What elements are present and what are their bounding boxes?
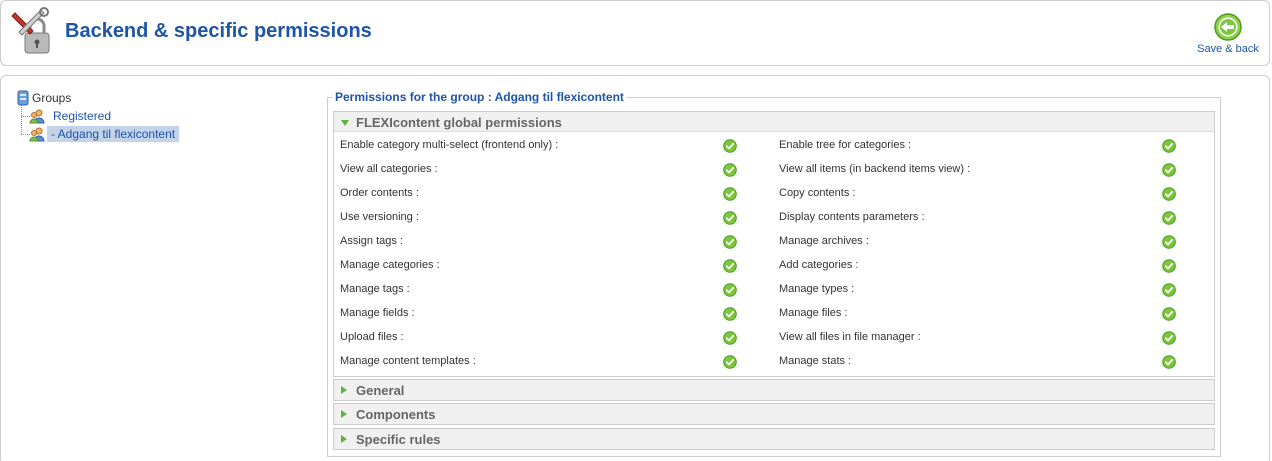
main-panel: Groups Registered - Adgang til flexicont… [0,75,1270,461]
permission-row: Manage fields : Manage files : [334,302,1214,326]
permission-row: Assign tags : Manage archives : [334,230,1214,254]
check-allowed-icon [723,283,737,297]
permission-row: Manage content templates : Manage stats : [334,350,1214,374]
tree-connector [21,105,22,134]
page-title: Backend & specific permissions [65,20,372,42]
check-allowed-icon [1162,355,1176,369]
triangle-down-icon [341,120,349,126]
permission-row: Use versioning : Display contents paramet… [334,206,1214,230]
permissions-fieldset: Permissions for the group : Adgang til f… [327,90,1221,457]
permission-label: Add categories : [779,259,859,271]
permission-row: Enable category multi-select (frontend o… [334,134,1214,158]
save-back-button[interactable]: Save & back [1193,11,1263,59]
permission-label: View all files in file manager : [779,331,921,343]
server-icon [17,90,29,106]
permissions-legend: Permissions for the group : Adgang til f… [332,90,627,104]
permission-label: Manage archives : [779,235,869,247]
triangle-right-icon [341,410,347,418]
permission-label: Enable tree for categories : [779,139,912,151]
permission-row: Manage categories : Add categories : [334,254,1214,278]
permission-label: Assign tags : [340,235,403,247]
permission-label: Manage files : [779,307,848,319]
permission-label: Manage types : [779,283,855,295]
panel-header-global[interactable]: FLEXIcontent global permissions [334,112,1214,132]
arrow-left-circle-icon [1214,13,1242,41]
check-allowed-icon [1162,211,1176,225]
check-allowed-icon [1162,331,1176,345]
permission-label: Use versioning : [340,211,419,223]
panel-title: Components [356,407,436,422]
check-allowed-icon [723,211,737,225]
permission-label: Copy contents : [779,187,856,199]
permission-label: Manage fields : [340,307,415,319]
permission-label: View all items (in backend items view) : [779,163,971,175]
check-allowed-icon [1162,307,1176,321]
check-allowed-icon [723,331,737,345]
panel-general[interactable]: General [333,379,1215,401]
users-icon [29,127,45,142]
check-allowed-icon [1162,139,1176,153]
permission-row: Order contents : Copy contents : [334,182,1214,206]
panel-title: Specific rules [356,432,441,447]
triangle-right-icon [341,435,347,443]
check-allowed-icon [723,235,737,249]
panel-title: General [356,383,405,398]
check-allowed-icon [1162,283,1176,297]
check-allowed-icon [1162,235,1176,249]
tree-item-label: - Adgang til flexicontent [47,126,180,142]
check-allowed-icon [723,259,737,273]
permission-label: Upload files : [340,331,404,343]
permission-label: Manage tags : [340,283,410,295]
triangle-right-icon [341,386,347,394]
permission-row: Upload files : View all files in file man… [334,326,1214,350]
panel-header-components[interactable]: Components [334,404,1214,424]
check-allowed-icon [723,163,737,177]
permission-row: View all categories : View all items (in … [334,158,1214,182]
tree-item-label: Registered [53,109,112,123]
panel-header-general[interactable]: General [334,380,1214,400]
check-allowed-icon [723,187,737,201]
check-allowed-icon [723,307,737,321]
check-allowed-icon [1162,187,1176,201]
permission-label: Display contents parameters : [779,211,925,223]
permission-label: Order contents : [340,187,419,199]
toolbar-header: Backend & specific permissions Save & ba… [0,0,1270,66]
panel-title: FLEXIcontent global permissions [356,115,562,130]
check-allowed-icon [1162,259,1176,273]
panel-global-permissions: FLEXIcontent global permissions Enable c… [333,111,1215,377]
panel-components[interactable]: Components [333,403,1215,425]
check-allowed-icon [723,355,737,369]
tools-lock-icon [11,7,50,54]
panel-header-specific-rules[interactable]: Specific rules [334,429,1214,449]
check-allowed-icon [723,139,737,153]
save-back-label: Save & back [1197,43,1259,55]
groups-tree: Groups Registered - Adgang til flexicont… [15,90,315,150]
permission-label: Manage categories : [340,259,440,271]
permission-row: Manage tags : Manage types : [334,278,1214,302]
permission-label: View all categories : [340,163,438,175]
permission-label: Manage stats : [779,355,852,367]
permission-label: Manage content templates : [340,355,476,367]
panel-specific-rules[interactable]: Specific rules [333,428,1215,450]
users-icon [29,109,45,124]
tree-root-label: Groups [32,91,72,105]
check-allowed-icon [1162,163,1176,177]
permission-label: Enable category multi-select (frontend o… [340,139,559,151]
